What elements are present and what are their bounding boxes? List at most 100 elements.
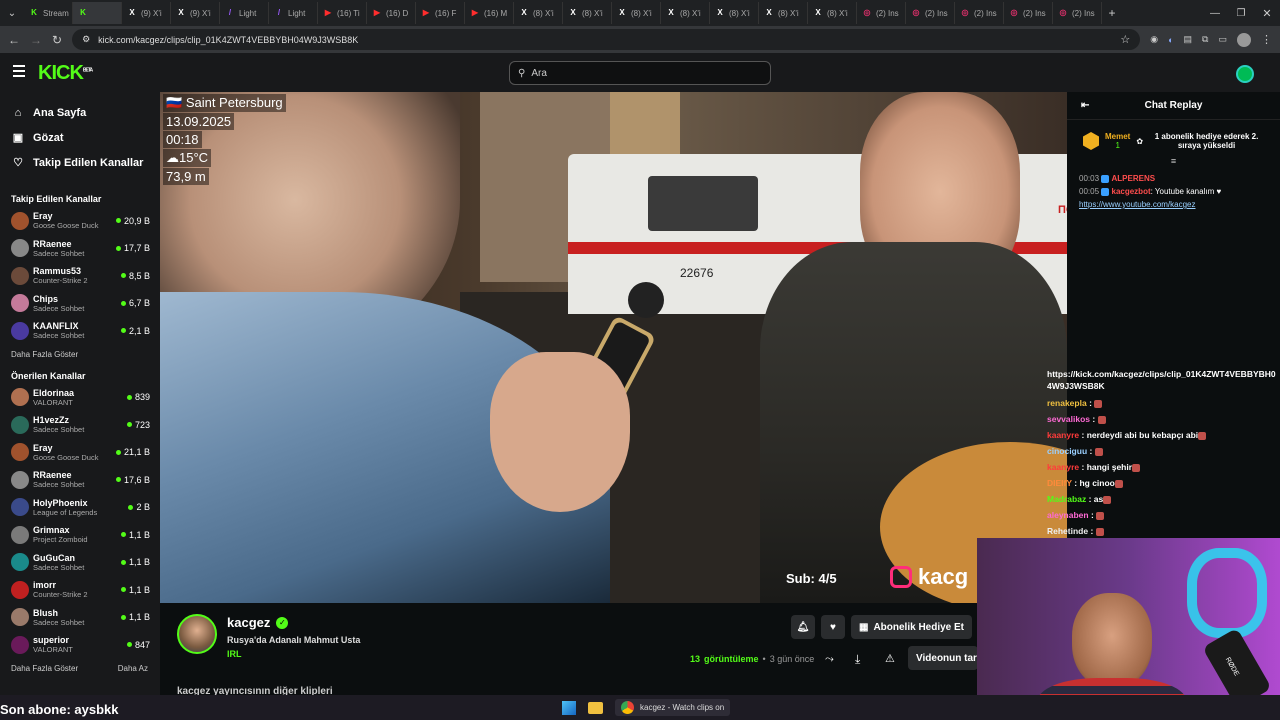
- sidebar-channel-item[interactable]: superior VALORANT 847: [0, 631, 160, 659]
- sidebar-channel-item[interactable]: HolyPhoenix League of Legends 2 B: [0, 494, 160, 522]
- show-more-recommended[interactable]: Daha Fazla Göster: [0, 659, 78, 679]
- extension-icon[interactable]: ◉: [1150, 34, 1158, 45]
- menu-dots-icon[interactable]: ⋮: [1261, 33, 1272, 46]
- sidebar-channel-item[interactable]: Blush Sadece Sohbet 1,1 B: [0, 604, 160, 632]
- browser-tab[interactable]: X (8) X'i: [661, 2, 710, 24]
- sidepanel-icon[interactable]: ▭: [1218, 34, 1227, 45]
- viewer-count: 1,1 B: [120, 612, 150, 622]
- notification-bell-button[interactable]: 🔔︎: [791, 615, 815, 639]
- browser-tab[interactable]: ▶ (16) Ti: [318, 2, 367, 24]
- back-icon[interactable]: ←: [8, 33, 20, 47]
- share-icon[interactable]: ⤳: [825, 653, 834, 666]
- sidebar-channel-item[interactable]: Eray Goose Goose Duck 20,9 B: [0, 207, 160, 235]
- browser-tab[interactable]: / Light: [269, 2, 318, 24]
- browser-tab[interactable]: X (8) X'i: [759, 2, 808, 24]
- maximize-icon[interactable]: ❐: [1228, 8, 1254, 19]
- minimize-icon[interactable]: —: [1202, 8, 1228, 19]
- download-icon[interactable]: ⤓: [855, 652, 860, 667]
- gift-subscription-button[interactable]: ▦ Abonelik Hediye Et: [851, 615, 972, 639]
- browser-tab[interactable]: / Light: [220, 2, 269, 24]
- nav-label: Ana Sayfa: [33, 106, 87, 119]
- windows-start-icon[interactable]: [562, 700, 576, 715]
- extension-icon[interactable]: ▤: [1184, 34, 1193, 45]
- channel-avatar[interactable]: [177, 614, 217, 654]
- browser-tab[interactable]: ◎ (2) Ins: [857, 2, 906, 24]
- chat-message: 00:05 kacgezbot: Youtube kanalım ♥: [1079, 187, 1222, 196]
- chat-username: ALPERENS: [1111, 174, 1156, 183]
- browser-tab[interactable]: X (8) X'i: [563, 2, 612, 24]
- hamburger-menu-icon[interactable]: [13, 65, 25, 77]
- youtube-link[interactable]: https://www.youtube.com/kacgez: [1079, 200, 1196, 209]
- view-count: 13: [690, 654, 701, 664]
- user-avatar[interactable]: [1236, 65, 1254, 83]
- url-field[interactable]: ⚙ kick.com/kacgez/clips/clip_01K4ZWT4VEB…: [72, 29, 1141, 50]
- browser-tab[interactable]: X (9) X'i: [171, 2, 220, 24]
- reload-icon[interactable]: ↻: [52, 33, 62, 47]
- sidebar-nav-item[interactable]: ♡ Takip Edilen Kanallar: [0, 150, 160, 175]
- kick-logo[interactable]: KICKBETA: [38, 62, 93, 85]
- chat-username: kaanyre: [1047, 430, 1080, 440]
- browser-tab[interactable]: ▶ (16) D: [367, 2, 416, 24]
- sidebar-channel-item[interactable]: Eldorinaa VALORANT 839: [0, 384, 160, 412]
- show-less-recommended[interactable]: Daha Az: [107, 659, 148, 679]
- channel-avatar: [11, 608, 29, 627]
- close-window-icon[interactable]: ✕: [1254, 7, 1280, 20]
- category-link[interactable]: IRL: [227, 649, 242, 659]
- browser-tab[interactable]: ◎ (2) Ins: [955, 2, 1004, 24]
- gift-icon: ✿: [1136, 136, 1144, 146]
- file-explorer-icon[interactable]: [588, 701, 603, 714]
- sidebar-channel-item[interactable]: Chips Sadece Sohbet 6,7 B: [0, 290, 160, 318]
- filter-icon[interactable]: ≡: [1067, 156, 1280, 168]
- chat-badge-icon: [1101, 187, 1110, 196]
- new-tab-button[interactable]: +: [1102, 6, 1122, 20]
- browser-tab[interactable]: ▶ (16) F: [416, 2, 465, 24]
- sidebar-channel-item[interactable]: Rammus53 Counter-Strike 2 8,5 B: [0, 262, 160, 290]
- bookmark-star-icon[interactable]: ☆: [1120, 33, 1130, 46]
- viewer-count: 1,1 B: [120, 585, 150, 595]
- sidebar-channel-item[interactable]: imorr Counter-Strike 2 1,1 B: [0, 576, 160, 604]
- channel-avatar: [11, 239, 29, 258]
- chat-message: Madrabaz : as: [1047, 491, 1280, 507]
- sidebar-channel-item[interactable]: RRaenee Sadece Sohbet 17,7 B: [0, 235, 160, 263]
- browser-tab[interactable]: ◎ (2) Ins: [906, 2, 955, 24]
- report-icon[interactable]: ⚠: [885, 652, 895, 665]
- browser-tab[interactable]: K Stream: [24, 2, 73, 24]
- chrome-taskbar-item[interactable]: kacgez - Watch clips on: [615, 699, 731, 716]
- sidebar-channel-item[interactable]: KAANFLIX Sadece Sohbet 2,1 B: [0, 317, 160, 345]
- pinned-count: 1: [1115, 141, 1120, 150]
- follow-heart-button[interactable]: ♥: [821, 615, 845, 639]
- tab-list-icon[interactable]: ⌄: [0, 8, 24, 19]
- sidebar-nav-item[interactable]: ⌂ Ana Sayfa: [0, 100, 160, 125]
- weather-label: ☁15°C: [163, 149, 212, 167]
- browser-tab[interactable]: X (9) X'i: [122, 2, 171, 24]
- sidebar-channel-item[interactable]: RRaenee Sadece Sohbet 17,6 B: [0, 466, 160, 494]
- video-player[interactable]: 22676 ПОМО 🇷🇺 Saint Petersburg 13.09.202…: [160, 92, 1067, 603]
- search-input[interactable]: ⚲ Ara: [509, 61, 771, 85]
- sidebar-channel-item[interactable]: H1vezZz Sadece Sohbet 723: [0, 411, 160, 439]
- site-info-icon[interactable]: ⚙: [82, 34, 90, 45]
- browser-tab[interactable]: ▶ (16) M: [465, 2, 514, 24]
- profile-avatar[interactable]: [1237, 32, 1251, 47]
- puzzle-icon[interactable]: ⧉: [1202, 34, 1208, 45]
- chat-collapse-icon[interactable]: ⇤: [1081, 100, 1089, 111]
- tab-favicon-icon: X: [766, 8, 772, 17]
- tab-favicon-icon: ◎: [961, 8, 969, 17]
- extension-icon[interactable]: ◐: [1168, 35, 1173, 45]
- browser-tab[interactable]: X (8) X'i: [514, 2, 563, 24]
- browser-tab[interactable]: X (8) X'i: [612, 2, 661, 24]
- channel-name[interactable]: kacgez: [227, 615, 270, 630]
- sidebar-channel-item[interactable]: Grimnax Project Zomboid 1,1 B: [0, 521, 160, 549]
- sidebar-channel-item[interactable]: Eray Goose Goose Duck 21,1 B: [0, 439, 160, 467]
- clip-link-text: https://kick.com/kacgez/clips/clip_01K4Z…: [1047, 369, 1276, 391]
- forward-icon[interactable]: →: [30, 33, 42, 47]
- browser-tab[interactable]: ◎ (2) Ins: [1053, 2, 1102, 24]
- live-dot-icon: [120, 559, 126, 565]
- sidebar-nav-item[interactable]: ▣ Gözat: [0, 125, 160, 150]
- browser-tab[interactable]: ◎ (2) Ins: [1004, 2, 1053, 24]
- sidebar-channel-item[interactable]: GuGuCan Sadece Sohbet 1,1 B: [0, 549, 160, 577]
- browser-tab[interactable]: X (8) X'i: [710, 2, 759, 24]
- watch-video-button[interactable]: Videonun tar: [908, 646, 978, 670]
- browser-tab[interactable]: X (8) X'i: [808, 2, 857, 24]
- show-more-followed[interactable]: Daha Fazla Göster: [0, 345, 160, 365]
- browser-tab[interactable]: K: [73, 2, 122, 24]
